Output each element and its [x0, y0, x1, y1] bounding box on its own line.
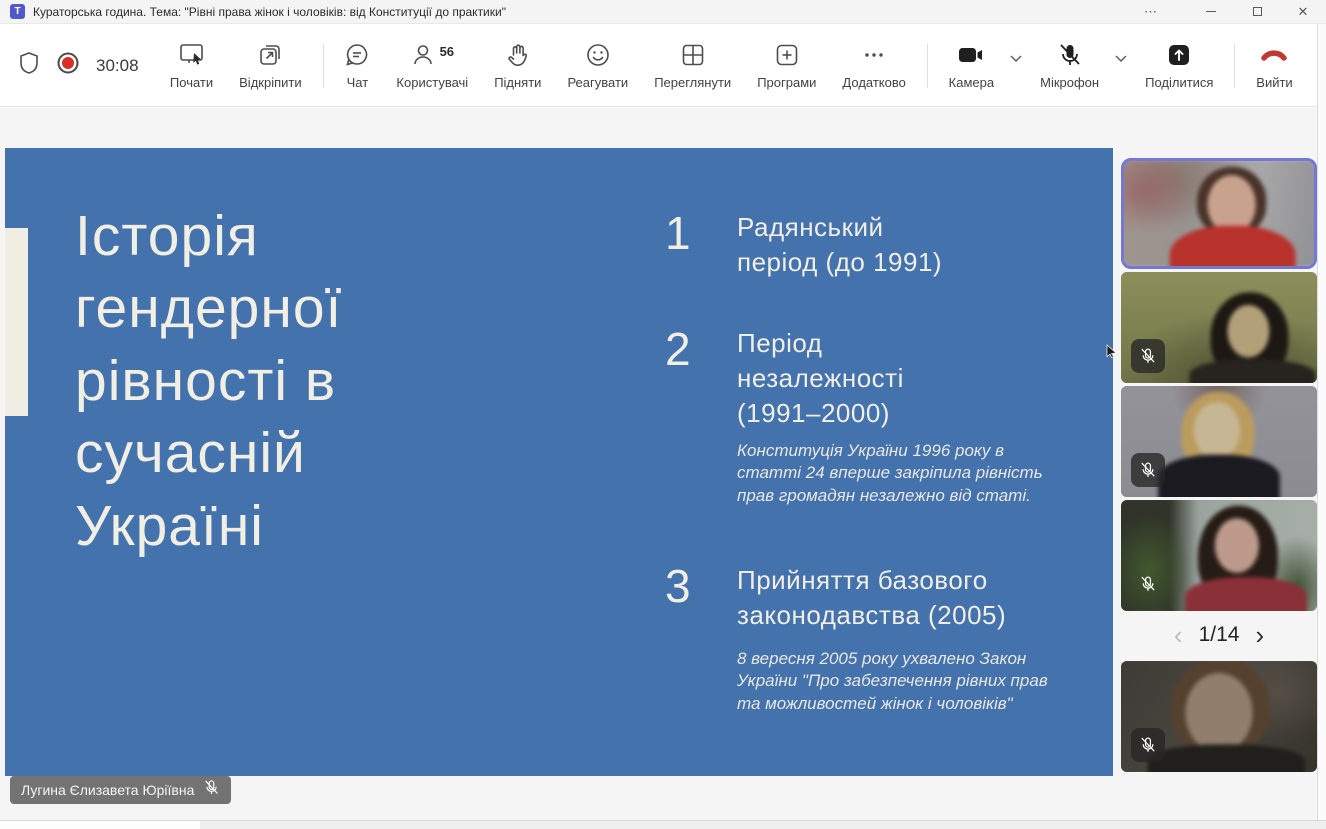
mic-muted-icon: [1057, 42, 1083, 68]
chat-label: Чат: [347, 75, 369, 90]
raise-hand-button[interactable]: Підняти: [481, 42, 554, 90]
camera-label: Камера: [949, 75, 994, 90]
meeting-timer: 30:08: [96, 56, 139, 76]
leave-button[interactable]: Вийти: [1243, 42, 1305, 90]
smiley-icon: [585, 42, 611, 68]
raise-hand-icon: [505, 42, 531, 68]
apps-button[interactable]: Програми: [744, 42, 829, 90]
participant-tile[interactable]: [1121, 661, 1317, 772]
item-heading: Радянський період (до 1991): [737, 210, 942, 280]
slide-title: Історія гендерної рівності в сучасній Ук…: [75, 200, 635, 562]
shield-icon: [18, 51, 40, 80]
pager-next-icon[interactable]: ›: [1255, 622, 1264, 648]
view-label: Переглянути: [654, 75, 731, 90]
slide-list-item: 3 Прийняття базового законодавства (2005…: [665, 563, 1006, 633]
status-cluster: 30:08: [0, 51, 157, 80]
react-button[interactable]: Реагувати: [554, 42, 641, 90]
screen-share-icon: [178, 42, 206, 68]
pager-page-indicator: 1/14: [1199, 623, 1240, 647]
meeting-toolbar: 30:08 Почати Відкріпити Чат: [0, 25, 1317, 107]
mouse-cursor: [1106, 344, 1117, 363]
pager-prev-icon[interactable]: ‹: [1174, 622, 1183, 648]
share-button[interactable]: Поділитися: [1132, 42, 1226, 90]
microphone-button[interactable]: Мікрофон: [1027, 42, 1112, 90]
item-heading: Період незалежності (1991–2000): [737, 326, 904, 431]
unpin-label: Відкріпити: [239, 75, 301, 90]
mic-muted-icon: [1131, 339, 1165, 373]
gallery-grid-icon: [680, 42, 706, 68]
teams-meeting-window: T Кураторська година. Тема: "Рівні права…: [0, 0, 1326, 829]
item-note: Конституція України 1996 року в статті 2…: [737, 440, 1043, 507]
item-note: 8 вересня 2005 року ухвалено Закон Украї…: [737, 648, 1048, 715]
window-more-icon[interactable]: ⋯: [1128, 0, 1174, 24]
window-close-icon[interactable]: ✕: [1280, 0, 1326, 24]
mic-muted-icon: [1131, 567, 1165, 601]
mic-muted-icon: [1131, 728, 1165, 762]
chat-button[interactable]: Чат: [331, 42, 383, 90]
participant-video: [1121, 158, 1317, 268]
titlebar: T Кураторська година. Тема: "Рівні права…: [0, 0, 1326, 24]
slide-accent-notch: [5, 228, 28, 416]
share-label: Поділитися: [1145, 75, 1213, 90]
leave-label: Вийти: [1256, 75, 1292, 90]
window-bottom-edge: [0, 820, 1326, 829]
participant-tile[interactable]: [1121, 272, 1317, 383]
hang-up-icon: [1259, 42, 1289, 68]
participant-tile-active-speaker[interactable]: [1121, 158, 1317, 269]
toolbar-divider: [1234, 44, 1235, 88]
unpin-button[interactable]: Відкріпити: [226, 42, 314, 90]
participants-label: Користувачі: [396, 75, 468, 90]
camera-button[interactable]: Камера: [936, 42, 1007, 90]
view-button[interactable]: Переглянути: [641, 42, 744, 90]
item-number: 3: [665, 563, 737, 633]
participant-tile[interactable]: [1121, 386, 1317, 497]
microphone-label: Мікрофон: [1040, 75, 1099, 90]
camera-icon: [956, 42, 986, 68]
window-maximize-icon[interactable]: [1234, 0, 1280, 24]
mic-muted-icon: [203, 779, 220, 801]
share-screen-icon: [1166, 42, 1192, 68]
react-label: Реагувати: [567, 75, 628, 90]
add-app-icon: [774, 42, 800, 68]
item-number: 1: [665, 210, 737, 280]
microphone-chevron-icon[interactable]: [1114, 50, 1128, 68]
chat-icon: [344, 42, 370, 68]
participant-tile[interactable]: [1121, 500, 1317, 611]
slide-list-item: 1 Радянський період (до 1991): [665, 210, 942, 280]
raise-hand-label: Підняти: [494, 75, 541, 90]
item-number: 2: [665, 326, 737, 431]
background-window-edge: [200, 821, 1326, 829]
mic-muted-icon: [1131, 453, 1165, 487]
people-icon: [411, 42, 437, 68]
item-heading: Прийняття базового законодавства (2005): [737, 563, 1006, 633]
toolbar-divider: [927, 44, 928, 88]
window-right-edge: [1317, 24, 1326, 820]
toolbar-divider: [323, 44, 324, 88]
participants-button[interactable]: 56 Користувачі: [383, 42, 481, 90]
recording-indicator-icon: [56, 51, 80, 80]
shared-presentation-slide: Історія гендерної рівності в сучасній Ук…: [5, 148, 1113, 776]
more-options-button[interactable]: Додатково: [829, 42, 918, 90]
popout-icon: [257, 42, 283, 68]
ellipsis-icon: [861, 42, 887, 68]
apps-label: Програми: [757, 75, 816, 90]
window-minimize-icon[interactable]: [1188, 0, 1234, 24]
camera-chevron-icon[interactable]: [1009, 50, 1023, 68]
presenter-name: Лугина Єлизавета Юріївна: [21, 782, 194, 798]
meeting-stage: Історія гендерної рівності в сучасній Ук…: [0, 108, 1317, 820]
more-options-label: Додатково: [842, 75, 905, 90]
start-share-label: Почати: [170, 75, 213, 90]
participants-panel: ‹ 1/14 ›: [1121, 158, 1317, 775]
teams-icon: T: [10, 4, 25, 19]
slide-list-item: 2 Період незалежності (1991–2000): [665, 326, 904, 431]
participants-count-badge: 56: [440, 44, 454, 59]
meeting-title: Кураторська година. Тема: "Рівні права ж…: [33, 5, 506, 19]
presenter-name-badge: Лугина Єлизавета Юріївна: [10, 776, 231, 804]
participants-pager: ‹ 1/14 ›: [1121, 615, 1317, 655]
start-share-button[interactable]: Почати: [157, 42, 226, 90]
